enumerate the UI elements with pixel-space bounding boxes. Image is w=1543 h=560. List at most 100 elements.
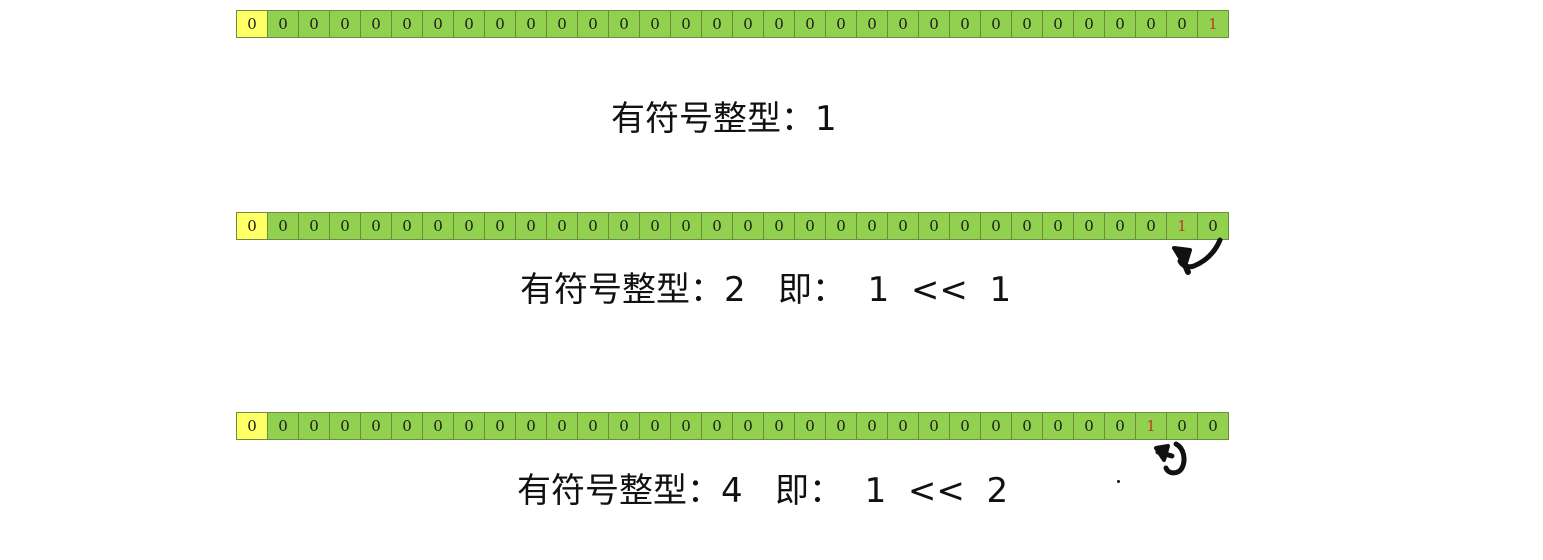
bit-cell: 0 (888, 11, 919, 38)
bit-cell: 0 (1136, 11, 1167, 38)
bit-cell: 0 (795, 413, 826, 440)
bit-cell: 0 (857, 413, 888, 440)
bit-cell: 0 (1105, 413, 1136, 440)
bit-cell: 0 (981, 11, 1012, 38)
bit-cell: 0 (485, 213, 516, 240)
bit-cell: 0 (485, 413, 516, 440)
bit-cell: 0 (826, 413, 857, 440)
bit-cell: 0 (578, 413, 609, 440)
bit-cell: 0 (1012, 413, 1043, 440)
bit-cell: 0 (547, 11, 578, 38)
bit-cell: 0 (764, 11, 795, 38)
bit-cell: 0 (609, 413, 640, 440)
bit-cell: 1 (1198, 11, 1229, 38)
bit-cell: 0 (423, 11, 454, 38)
bit-cell: 0 (1198, 413, 1229, 440)
stray-dot (1117, 480, 1120, 483)
bit-cell: 0 (764, 413, 795, 440)
bit-cell: 0 (857, 213, 888, 240)
bit-cell: 0 (981, 413, 1012, 440)
bit-cell: 0 (547, 413, 578, 440)
bit-cell: 0 (702, 213, 733, 240)
bit-cell: 0 (268, 11, 299, 38)
bit-cell: 0 (578, 213, 609, 240)
bit-cell: 0 (392, 11, 423, 38)
bit-cell: 0 (1012, 213, 1043, 240)
bit-cell: 0 (1074, 11, 1105, 38)
bit-cell: 0 (826, 11, 857, 38)
bit-cell: 0 (1043, 11, 1074, 38)
bit-cell: 0 (919, 413, 950, 440)
bit-cell: 0 (888, 413, 919, 440)
bit-cell: 0 (1043, 213, 1074, 240)
bit-cell: 0 (1105, 213, 1136, 240)
bit-cell: 0 (268, 213, 299, 240)
bit-cell: 0 (361, 213, 392, 240)
bit-cell: 0 (702, 11, 733, 38)
bit-cell: 0 (299, 11, 330, 38)
bit-cell: 0 (981, 213, 1012, 240)
bit-cell: 0 (733, 213, 764, 240)
bit-cell: 0 (299, 413, 330, 440)
bit-cell: 0 (516, 413, 547, 440)
bit-cell: 0 (578, 11, 609, 38)
bit-cell: 0 (888, 213, 919, 240)
bit-cell: 0 (516, 11, 547, 38)
bit-cell: 0 (1012, 11, 1043, 38)
bit-cell: 0 (361, 413, 392, 440)
bit-cell: 0 (423, 213, 454, 240)
bit-cell: 0 (516, 213, 547, 240)
sign-bit-cell: 0 (237, 11, 268, 38)
bit-cell: 0 (454, 213, 485, 240)
bit-cell: 0 (454, 413, 485, 440)
bit-cell: 0 (1105, 11, 1136, 38)
bit-cell: 0 (671, 413, 702, 440)
bit-cell: 0 (919, 213, 950, 240)
bit-cell: 0 (671, 213, 702, 240)
bit-row-2: 00000000000000000000000000000010 (236, 212, 1229, 240)
bit-cell: 0 (392, 413, 423, 440)
bit-cell: 0 (795, 11, 826, 38)
sign-bit-cell: 0 (237, 413, 268, 440)
bit-cell: 0 (609, 11, 640, 38)
bit-cell: 0 (795, 213, 826, 240)
bit-cell: 0 (330, 413, 361, 440)
bit-cell: 0 (423, 413, 454, 440)
bit-cell: 0 (950, 11, 981, 38)
bit-cell: 0 (919, 11, 950, 38)
bit-cell: 0 (826, 213, 857, 240)
bit-row-4: 00000000000000000000000000000100 (236, 412, 1229, 440)
bit-cell: 0 (454, 11, 485, 38)
bit-cell: 0 (1074, 213, 1105, 240)
bit-cell: 0 (361, 11, 392, 38)
caption-value-1: 有符号整型：1 (611, 99, 837, 139)
bit-cell: 0 (547, 213, 578, 240)
bit-cell: 0 (1167, 11, 1198, 38)
bit-cell: 0 (640, 11, 671, 38)
caption-value-4: 有符号整型：4 即： 1 << 2 (517, 471, 1009, 511)
bit-cell: 0 (609, 213, 640, 240)
bit-cell: 0 (330, 213, 361, 240)
bit-cell: 0 (640, 413, 671, 440)
caption-value-2: 有符号整型：2 即： 1 << 1 (520, 270, 1012, 310)
bit-cell: 1 (1136, 413, 1167, 440)
shift-arrow-icon (1154, 441, 1187, 476)
bit-cell: 0 (671, 11, 702, 38)
bit-cell: 0 (857, 11, 888, 38)
bit-cell: 0 (950, 413, 981, 440)
bit-cell: 0 (764, 213, 795, 240)
bit-cell: 0 (1167, 413, 1198, 440)
bit-cell: 0 (268, 413, 299, 440)
bit-cell: 0 (392, 213, 423, 240)
bit-cell: 0 (702, 413, 733, 440)
bit-cell: 0 (1043, 413, 1074, 440)
bit-cell: 0 (330, 11, 361, 38)
bit-cell: 0 (733, 11, 764, 38)
sign-bit-cell: 0 (237, 213, 268, 240)
bit-cell: 0 (485, 11, 516, 38)
bit-cell: 0 (1136, 213, 1167, 240)
bit-cell: 0 (299, 213, 330, 240)
bit-cell: 0 (1074, 413, 1105, 440)
bit-cell: 0 (640, 213, 671, 240)
shift-arrow-icon (1172, 237, 1223, 275)
